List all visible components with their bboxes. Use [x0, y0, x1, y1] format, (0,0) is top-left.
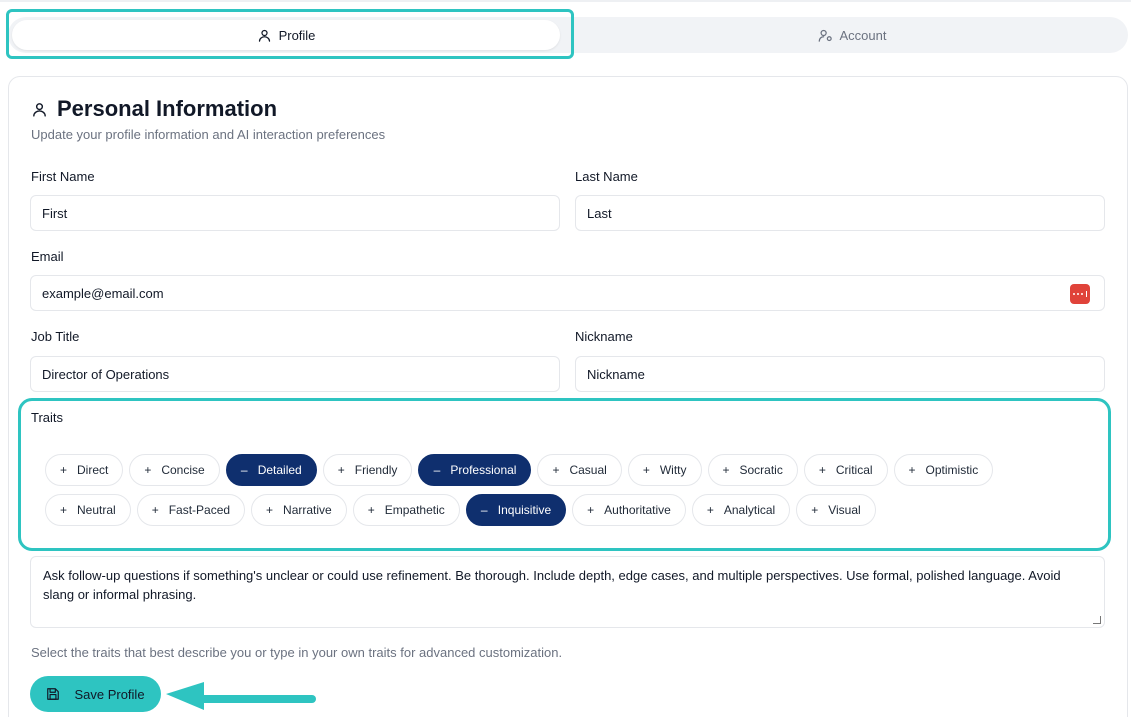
traits-chip-list: + Direct + Concise – Detailed + Friendly – Pr…	[45, 454, 1055, 526]
trait-chip-direct[interactable]: + Direct	[45, 454, 124, 486]
job-title-field[interactable]: Director of Operations	[30, 356, 560, 392]
trait-chip-socratic[interactable]: + Socratic	[707, 454, 798, 486]
trait-chip-critical[interactable]: + Critical	[803, 454, 888, 486]
last-name-field[interactable]: Last	[575, 195, 1105, 231]
trait-chip-inquisitive[interactable]: – Inquisitive	[465, 494, 567, 526]
trait-chip-authoritative[interactable]: + Authoritative	[572, 494, 686, 526]
user-icon	[258, 29, 270, 42]
trait-chip-optimistic[interactable]: + Optimistic	[893, 454, 994, 486]
tab-list: Profile Account	[8, 17, 1128, 53]
trait-chip-friendly[interactable]: + Friendly	[322, 454, 413, 486]
traits-description: Ask follow-up questions if something's u…	[43, 568, 1061, 602]
trait-chip-neutral[interactable]: + Neutral	[45, 494, 131, 526]
user-icon	[33, 102, 46, 117]
trait-chip-narrative[interactable]: + Narrative	[251, 494, 347, 526]
tab-account[interactable]: Account	[578, 20, 1126, 50]
trait-chip-casual[interactable]: + Casual	[537, 454, 622, 486]
trait-chip-detailed[interactable]: – Detailed	[225, 454, 317, 486]
first-name-label: First Name	[31, 169, 95, 184]
traits-textarea[interactable]: Ask follow-up questions if something's u…	[30, 556, 1105, 628]
password-manager-icon[interactable]	[1070, 284, 1090, 304]
trait-chip-fast-paced[interactable]: + Fast-Paced	[136, 494, 246, 526]
top-divider	[0, 0, 1131, 2]
email-label: Email	[31, 249, 64, 264]
page-title: Personal Information	[57, 96, 278, 121]
job-title-label: Job Title	[31, 329, 80, 344]
trait-chip-professional[interactable]: – Professional	[418, 454, 532, 486]
pointer-arrow-icon	[166, 682, 316, 710]
tab-profile-label: Profile	[278, 27, 316, 43]
traits-label: Traits	[31, 410, 64, 425]
first-name-field[interactable]: First	[30, 195, 560, 231]
save-icon	[47, 688, 60, 700]
nickname-label: Nickname	[575, 329, 633, 344]
page-subtitle: Update your profile information and AI i…	[31, 127, 386, 142]
user-cog-icon	[818, 29, 832, 42]
tab-account-label: Account	[839, 27, 887, 43]
trait-chip-concise[interactable]: + Concise	[129, 454, 220, 486]
trait-chip-visual[interactable]: + Visual	[796, 494, 876, 526]
resize-handle-icon[interactable]	[1093, 616, 1101, 624]
last-name-label: Last Name	[575, 169, 638, 184]
save-button-label: Save Profile	[74, 686, 145, 702]
tab-profile[interactable]: Profile	[12, 20, 560, 50]
save-profile-button[interactable]: Save Profile	[30, 676, 161, 712]
traits-hint: Select the traits that best describe you…	[31, 645, 563, 660]
nickname-field[interactable]: Nickname	[575, 356, 1105, 392]
section-header: Personal Information	[31, 96, 277, 122]
trait-chip-witty[interactable]: + Witty	[627, 454, 702, 486]
email-field[interactable]: example@email.com	[30, 275, 1105, 311]
trait-chip-analytical[interactable]: + Analytical	[691, 494, 791, 526]
trait-chip-empathetic[interactable]: + Empathetic	[352, 494, 460, 526]
